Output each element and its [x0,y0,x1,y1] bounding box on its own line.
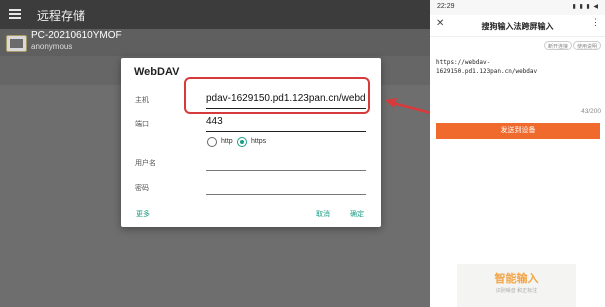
red-arrow-icon [385,98,432,115]
phone-title: 搜狗输入法跨屏输入 [481,22,554,31]
signal-battery-icon: ▮ ▮ ▮ ◀ [572,4,599,10]
port-input[interactable]: 443 [206,112,366,132]
host-highlight-box [184,77,370,114]
input-text[interactable]: https://webdav- 1629150.pd1.123pan.cn/we… [436,58,576,76]
ok-button[interactable]: 确定 [350,209,364,219]
app-title: 远程存储 [37,9,86,23]
phone-title-bar: ✕ 搜狗输入法跨屏输入 ⋮ [430,15,605,37]
http-radio-label: http [221,138,233,145]
send-to-device-button[interactable]: 发送到设备 [436,123,600,139]
phone-panel: 22:29 ▮ ▮ ▮ ◀ ✕ 搜狗输入法跨屏输入 ⋮ 断开连接 使用说明 ht… [430,0,605,307]
ad-subtitle: 识别噪音 和正标注 [495,288,538,294]
more-options-icon[interactable]: ⋮ [591,17,600,28]
host-label: 主机 [135,97,149,104]
https-radio[interactable] [237,137,247,147]
arrow-head [385,98,397,108]
more-button[interactable]: 更多 [136,209,150,219]
webdav-dialog: WebDAV 主机 pdav-1629150.pd1.123pan.cn/web… [121,58,381,227]
app-toolbar: 远程存储 [0,0,430,29]
dialog-title: WebDAV [134,66,180,78]
password-label: 密码 [135,185,149,192]
status-time: 22:29 [437,3,455,10]
port-label: 端口 [135,121,149,128]
disconnect-chip[interactable]: 断开连接 [544,41,573,50]
help-chip[interactable]: 使用说明 [573,41,602,50]
arrow-shaft [392,101,432,115]
char-count: 43/200 [581,108,601,115]
menu-icon[interactable] [9,9,21,19]
cancel-button[interactable]: 取消 [316,209,330,219]
password-input[interactable] [206,175,366,195]
https-radio-label: https [251,138,267,145]
ad-title: 智能输入 [494,273,539,285]
server-name: PC-20210610YMOF [31,30,122,41]
computer-icon [6,35,27,52]
username-input[interactable] [206,151,366,171]
username-label: 用户名 [135,160,156,167]
ad-banner[interactable]: 智能输入 识别噪音 和正标注 [457,264,576,307]
left-app: 远程存储 PC-20210610YMOF anonymous WebDAV 主机… [0,0,430,307]
status-bar: 22:29 ▮ ▮ ▮ ◀ [430,0,605,15]
server-user: anonymous [31,42,73,51]
http-radio[interactable] [207,137,217,147]
